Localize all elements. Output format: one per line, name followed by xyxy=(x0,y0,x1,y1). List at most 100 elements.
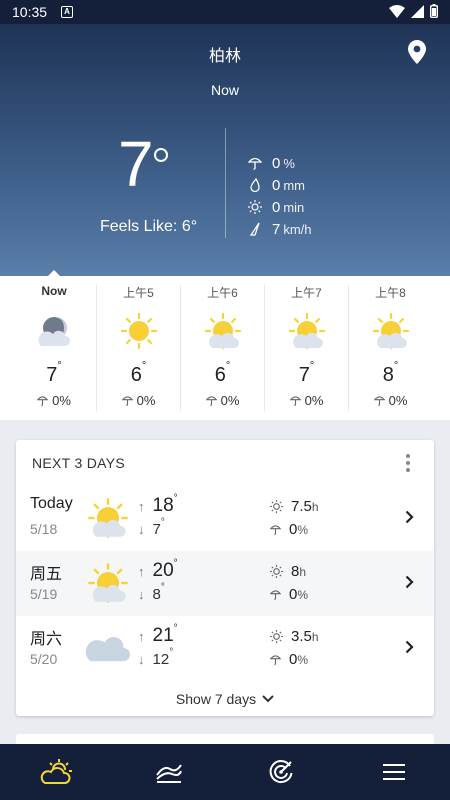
arrow-down-icon: ↓ xyxy=(138,652,145,667)
hour-label: 上午7 xyxy=(291,286,322,300)
now-label: Now xyxy=(210,82,239,98)
day-row[interactable]: Today 5/18 ↑ 18° ↓ 7° 7.5h 0% xyxy=(16,486,434,551)
chevron-down-icon xyxy=(262,694,274,702)
hourly-item[interactable]: 上午5 6° 0% xyxy=(96,284,180,412)
chevron-right-icon[interactable] xyxy=(405,510,414,524)
arrow-up-icon: ↑ xyxy=(138,629,145,644)
umbrella-icon xyxy=(270,525,281,535)
hour-label: 上午8 xyxy=(375,286,406,300)
radar-icon xyxy=(269,760,293,784)
status-bar: 10:35 A xyxy=(0,0,450,24)
hour-precip: 0% xyxy=(97,393,180,408)
hour-temperature: 6° xyxy=(214,360,231,386)
sunshine-stat: 0 min xyxy=(248,196,312,218)
sun-cloud-icon xyxy=(204,312,241,350)
status-time: 10:35 xyxy=(12,4,48,20)
hourly-item[interactable]: 上午7 7° 0% xyxy=(264,284,348,412)
hour-label: Now xyxy=(41,284,67,298)
hourly-item[interactable]: Now 7° 0% xyxy=(12,284,96,412)
hour-temperature: 7° xyxy=(298,360,315,386)
trend-icon xyxy=(155,764,182,783)
menu-icon xyxy=(382,764,405,780)
divider xyxy=(225,128,226,238)
day-high: ↑ 18° xyxy=(138,492,178,516)
hour-label: 上午6 xyxy=(207,286,238,300)
day-row[interactable]: 周六 5/20 ↑ 21° ↓ 12° 3.5h 0% xyxy=(16,616,434,681)
hour-temperature: 6° xyxy=(130,360,147,386)
day-high: ↑ 21° xyxy=(138,622,178,646)
notification-icon: A xyxy=(61,6,73,18)
raindrop-icon xyxy=(250,178,260,192)
day-row[interactable]: 周五 5/19 ↑ 20° ↓ 8° 8h 0% xyxy=(16,551,434,616)
nav-menu[interactable] xyxy=(338,744,450,800)
hourly-forecast[interactable]: Now 7° 0% 上午5 6° 0% 上午6 6° 0% 上午7 7° 0% … xyxy=(0,270,450,420)
day-precip: 0% xyxy=(270,586,308,603)
day-precip: 0% xyxy=(270,651,308,668)
bottom-navigation xyxy=(0,744,450,800)
sun-outline-icon xyxy=(270,630,283,643)
card-title: NEXT 3 DAYS xyxy=(32,455,126,471)
day-precip: 0% xyxy=(270,521,308,538)
sun-cloud-icon xyxy=(88,498,128,538)
precip-chance-stat: 0% xyxy=(248,152,312,174)
day-date: 5/20 xyxy=(30,651,58,667)
location-pin-icon[interactable] xyxy=(408,40,426,64)
precip-amount-stat: 0 mm xyxy=(248,174,312,196)
next-days-card: NEXT 3 DAYS Today 5/18 ↑ 18° ↓ 7° 7.5h 0% … xyxy=(16,440,434,716)
umbrella-icon xyxy=(248,157,262,170)
hour-precip: 0% xyxy=(349,393,432,408)
umbrella-icon xyxy=(121,396,133,406)
day-sunshine: 8h xyxy=(270,563,306,580)
wind-direction-icon xyxy=(249,222,260,236)
day-sunshine: 7.5h xyxy=(270,498,319,515)
day-date: 5/18 xyxy=(30,521,58,537)
city-name[interactable]: 柏林 xyxy=(0,42,450,66)
more-options-icon[interactable] xyxy=(406,454,410,475)
hour-precip: 0% xyxy=(265,393,348,408)
cloud-icon xyxy=(85,637,130,662)
nav-trend[interactable] xyxy=(113,744,226,800)
hourly-item[interactable]: 上午8 8° 0% xyxy=(348,284,432,412)
show-7-days-label: Show 7 days xyxy=(175,690,257,707)
hour-precip: 0% xyxy=(181,393,264,408)
arrow-up-icon: ↑ xyxy=(138,499,145,514)
day-name: Today xyxy=(30,495,73,512)
day-name: 周五 xyxy=(30,566,63,583)
show-7-days-button[interactable]: Show 7 days xyxy=(16,681,434,716)
nav-weather[interactable] xyxy=(0,744,113,800)
umbrella-icon xyxy=(373,396,385,406)
day-date: 5/19 xyxy=(30,586,58,602)
arrow-up-icon: ↑ xyxy=(138,564,145,579)
current-temperature: 7 xyxy=(118,128,154,200)
wifi-icon xyxy=(389,4,405,18)
battery-icon xyxy=(430,4,438,18)
hourly-item[interactable]: 上午6 6° 0% xyxy=(180,284,264,412)
hour-temperature: 7° xyxy=(46,360,62,386)
degree-symbol xyxy=(154,148,168,162)
nav-radar[interactable] xyxy=(225,744,338,800)
umbrella-icon xyxy=(270,590,281,600)
weather-icon xyxy=(41,759,73,784)
day-high: ↑ 20° xyxy=(138,557,178,581)
umbrella-icon xyxy=(270,655,281,665)
sun-cloud-icon xyxy=(88,563,128,603)
current-conditions: 柏林 Now 7 Feels Like: 6° 0% 0 mm 0 min 7 km/… xyxy=(0,24,450,276)
umbrella-icon xyxy=(37,396,49,406)
sun-cloud-icon xyxy=(288,312,325,350)
hour-label: 上午5 xyxy=(123,286,154,300)
sun-cloud-icon xyxy=(372,312,409,350)
arrow-down-icon: ↓ xyxy=(138,587,145,602)
chevron-right-icon[interactable] xyxy=(405,575,414,589)
sun-outline-icon xyxy=(270,500,283,513)
feels-like: Feels Like: 6° xyxy=(100,218,198,235)
current-hour-indicator xyxy=(48,270,60,276)
sun-icon xyxy=(120,312,157,350)
chevron-right-icon[interactable] xyxy=(405,640,414,654)
day-sunshine: 3.5h xyxy=(270,628,319,645)
umbrella-icon xyxy=(205,396,217,406)
signal-icon xyxy=(411,4,424,18)
hour-temperature: 8° xyxy=(382,360,399,386)
arrow-down-icon: ↓ xyxy=(138,522,145,537)
sun-outline-icon xyxy=(248,200,262,214)
hour-precip: 0% xyxy=(12,393,96,408)
